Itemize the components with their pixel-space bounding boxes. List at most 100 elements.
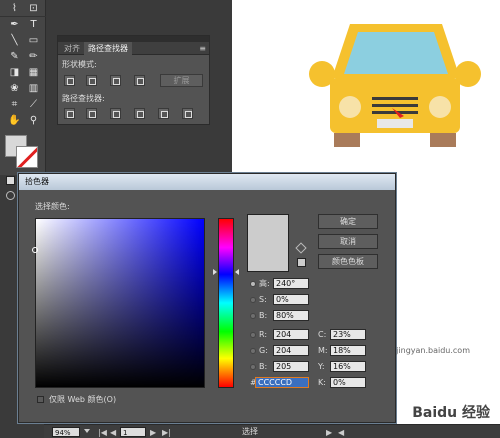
toolbox: ⌇ ⊡ ✒ T ╲ ▭ ✎ ✏ ◨ ▦ ❀ ▥ ⌗ ⟋ ✋ ⚲ [0, 0, 46, 175]
color-mode-icon[interactable] [6, 176, 15, 185]
right-headlight [429, 96, 451, 118]
graph-icon[interactable]: ▥ [27, 82, 40, 95]
pencil-icon[interactable]: ✏ [27, 50, 40, 63]
zoom-field[interactable]: 94% [52, 427, 80, 437]
radio-r[interactable] [250, 332, 256, 338]
s-label: S: [259, 295, 267, 304]
radio-b[interactable] [250, 313, 256, 319]
scale-icon[interactable]: ⊡ [27, 2, 40, 15]
s-field[interactable]: 0% [273, 294, 309, 305]
pathfinder-panel: 对齐 路径查找器 ≡ 形状模式: 扩展 路径查找器: [57, 35, 210, 125]
tab-pathfinder[interactable]: 路径查找器 [84, 42, 132, 55]
web-only-checkbox[interactable] [37, 396, 44, 403]
draw-mode-icon[interactable] [6, 191, 15, 200]
unite-button[interactable] [64, 75, 75, 86]
y-label: Y: [318, 362, 325, 371]
hue-arrow-left[interactable] [213, 269, 217, 275]
exclude-button[interactable] [134, 75, 145, 86]
select-color-label: 选择颜色: [35, 202, 70, 211]
k-label: K: [318, 378, 326, 387]
hand-icon[interactable]: ✋ [8, 114, 21, 127]
blue-field[interactable]: 205 [273, 361, 309, 372]
symbol-icon[interactable]: ❀ [8, 82, 21, 95]
minus-back-button[interactable] [182, 108, 193, 119]
ok-button[interactable]: 确定 [318, 214, 378, 229]
right-wheel [430, 133, 456, 147]
artboard-icon[interactable]: ⌗ [8, 98, 21, 111]
eraser-icon[interactable]: ◨ [8, 66, 21, 79]
grille-line-2 [372, 104, 418, 107]
divide-button[interactable] [64, 108, 75, 119]
last-page-icon[interactable]: ▶| [162, 428, 171, 437]
out-of-gamut-icon[interactable] [295, 242, 307, 254]
trim-button[interactable] [86, 108, 97, 119]
zoom-dropdown-icon[interactable] [84, 429, 90, 433]
k-field[interactable]: 0% [330, 377, 366, 388]
color-field-marker[interactable] [32, 247, 38, 253]
radio-g[interactable] [250, 348, 256, 354]
zoom-icon[interactable]: ⚲ [27, 114, 40, 127]
rectangle-icon[interactable]: ▭ [27, 34, 40, 47]
h-field[interactable]: 240° [273, 278, 309, 289]
watermark-url: jingyan.baidu.com [396, 346, 470, 355]
status-bar: 94% |◀ ◀ 1 ▶ ▶| 选择 ▶ ◀ [44, 424, 500, 438]
b-label: B: [259, 311, 268, 320]
first-page-icon[interactable]: |◀ [98, 428, 107, 437]
next-page-icon[interactable]: ▶ [150, 428, 156, 437]
y-field[interactable]: 16% [330, 361, 366, 372]
c-label: C: [318, 330, 327, 339]
left-headlight [339, 96, 361, 118]
h-label: 高: [259, 279, 270, 288]
web-safe-swatch[interactable] [297, 258, 306, 267]
panel-tabs: 对齐 路径查找器 ≡ [58, 42, 209, 55]
b-field[interactable]: 80% [273, 310, 309, 321]
r-label: R: [259, 330, 268, 339]
hue-slider[interactable] [218, 218, 234, 388]
car-illustration [309, 24, 481, 147]
panel-menu-icon[interactable]: ≡ [199, 44, 206, 53]
intersect-button[interactable] [110, 75, 121, 86]
dialog-title[interactable]: 拾色器 [19, 174, 395, 190]
line-icon[interactable]: ╲ [8, 34, 21, 47]
license-plate [377, 119, 413, 128]
outline-button[interactable] [158, 108, 169, 119]
stroke-swatch[interactable] [16, 146, 38, 168]
pen-icon[interactable]: ✒ [8, 18, 21, 31]
shape-modes-label: 形状模式: [62, 60, 97, 69]
merge-button[interactable] [110, 108, 121, 119]
hue-arrow-right[interactable] [235, 269, 239, 275]
color-swatches-button[interactable]: 颜色色板 [318, 254, 378, 269]
status-menu-icon[interactable]: ▶ [326, 428, 332, 437]
tab-align[interactable]: 对齐 [60, 42, 84, 55]
slice-icon[interactable]: ⟋ [27, 98, 40, 111]
grille-line-1 [372, 97, 418, 100]
brush-icon[interactable]: ✎ [8, 50, 21, 63]
web-only-label: 仅限 Web 颜色(O) [49, 395, 117, 404]
g-label: G: [259, 346, 268, 355]
g-field[interactable]: 204 [273, 345, 309, 356]
radio-blue[interactable] [250, 364, 256, 370]
baidu-watermark: Baidu 经验 [412, 405, 490, 421]
expand-button[interactable]: 扩展 [160, 74, 203, 87]
crop-button[interactable] [134, 108, 145, 119]
c-field[interactable]: 23% [330, 329, 366, 340]
type-icon[interactable]: T [27, 18, 40, 31]
m-field[interactable]: 18% [330, 345, 366, 356]
r-field[interactable]: 204 [273, 329, 309, 340]
left-wheel [334, 133, 360, 147]
page-field[interactable]: 1 [120, 427, 146, 437]
cancel-button[interactable]: 取消 [318, 234, 378, 249]
color-field[interactable] [35, 218, 205, 388]
gradient-icon[interactable]: ▦ [27, 66, 40, 79]
pathfinders-label: 路径查找器: [62, 94, 105, 103]
scroll-left-icon[interactable]: ◀ [338, 428, 344, 437]
hex-field[interactable]: CCCCCD [255, 377, 309, 388]
current-color-swatch [247, 214, 289, 272]
radio-h[interactable] [250, 281, 256, 287]
current-tool-label: 选择 [242, 427, 258, 436]
prev-page-icon[interactable]: ◀ [110, 428, 116, 437]
radio-s[interactable] [250, 297, 256, 303]
lasso-icon[interactable]: ⌇ [8, 2, 21, 15]
minus-front-button[interactable] [86, 75, 97, 86]
car-windshield [344, 32, 448, 74]
